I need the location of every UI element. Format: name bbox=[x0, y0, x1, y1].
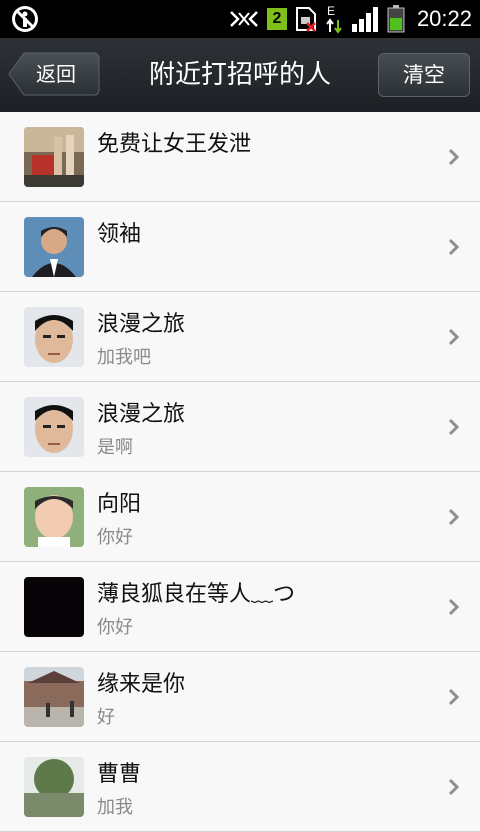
clock: 20:22 bbox=[416, 6, 472, 31]
avatar bbox=[24, 487, 84, 547]
contact-name: 向阳 bbox=[97, 492, 142, 517]
no-entry-icon bbox=[10, 4, 40, 34]
chevron-right-icon bbox=[448, 688, 460, 706]
avatar bbox=[24, 127, 84, 187]
contact-name: 曹曹 bbox=[97, 762, 142, 787]
list-item[interactable]: 领袖 bbox=[0, 202, 480, 292]
status-bar: 2 E 20:22 bbox=[0, 0, 480, 38]
chevron-right-icon bbox=[448, 238, 460, 256]
avatar bbox=[24, 217, 84, 277]
list-item[interactable]: 向阳 你好 bbox=[0, 472, 480, 562]
data-arrows-icon: E bbox=[325, 4, 343, 34]
avatar bbox=[24, 667, 84, 727]
last-message: 你好 bbox=[97, 617, 133, 638]
usb-debug-icon bbox=[229, 8, 259, 30]
back-button-label: 返回 bbox=[36, 62, 76, 86]
greeting-list: 免费让女王发泄 领袖 浪漫之旅 加我吧 浪漫之旅 是啊 向阳 你好 薄良狐良在等… bbox=[0, 112, 480, 832]
avatar bbox=[24, 397, 84, 457]
last-message: 好 bbox=[97, 707, 115, 728]
avatar bbox=[24, 307, 84, 367]
chevron-right-icon bbox=[448, 418, 460, 436]
last-message: 你好 bbox=[97, 527, 133, 548]
chevron-right-icon bbox=[448, 328, 460, 346]
contact-name: 浪漫之旅 bbox=[97, 312, 186, 337]
list-item[interactable]: 薄良狐良在等人﹏つ 你好 bbox=[0, 562, 480, 652]
list-item[interactable]: 浪漫之旅 加我吧 bbox=[0, 292, 480, 382]
list-item[interactable]: 免费让女王发泄 bbox=[0, 112, 480, 202]
list-item[interactable]: 浪漫之旅 是啊 bbox=[0, 382, 480, 472]
sim-missing-icon bbox=[295, 6, 317, 32]
network-type-label: E bbox=[327, 4, 335, 18]
signal-icon bbox=[351, 6, 379, 32]
sim-icon: 2 bbox=[266, 8, 287, 30]
avatar bbox=[24, 577, 84, 637]
title-bar: 返回 附近打招呼的人 清空 bbox=[0, 38, 480, 114]
last-message: 是啊 bbox=[97, 437, 133, 458]
contact-name: 缘来是你 bbox=[97, 672, 186, 697]
page-title: 附近打招呼的人 bbox=[148, 60, 331, 90]
list-item[interactable]: 缘来是你 好 bbox=[0, 652, 480, 742]
last-message: 加我吧 bbox=[97, 347, 151, 368]
contact-name: 薄良狐良在等人﹏つ bbox=[97, 582, 296, 607]
battery-icon bbox=[387, 5, 405, 33]
contact-name: 免费让女王发泄 bbox=[97, 132, 252, 157]
clear-button[interactable]: 清空 bbox=[378, 53, 470, 97]
list-item[interactable]: 曹曹 加我 bbox=[0, 742, 480, 832]
contact-name: 浪漫之旅 bbox=[97, 402, 186, 427]
chevron-right-icon bbox=[448, 778, 460, 796]
chevron-right-icon bbox=[448, 598, 460, 616]
back-button[interactable]: 返回 bbox=[8, 52, 100, 96]
contact-name: 领袖 bbox=[97, 222, 142, 247]
avatar bbox=[24, 757, 84, 817]
last-message: 加我 bbox=[97, 797, 133, 818]
chevron-right-icon bbox=[448, 508, 460, 526]
chevron-right-icon bbox=[448, 148, 460, 166]
